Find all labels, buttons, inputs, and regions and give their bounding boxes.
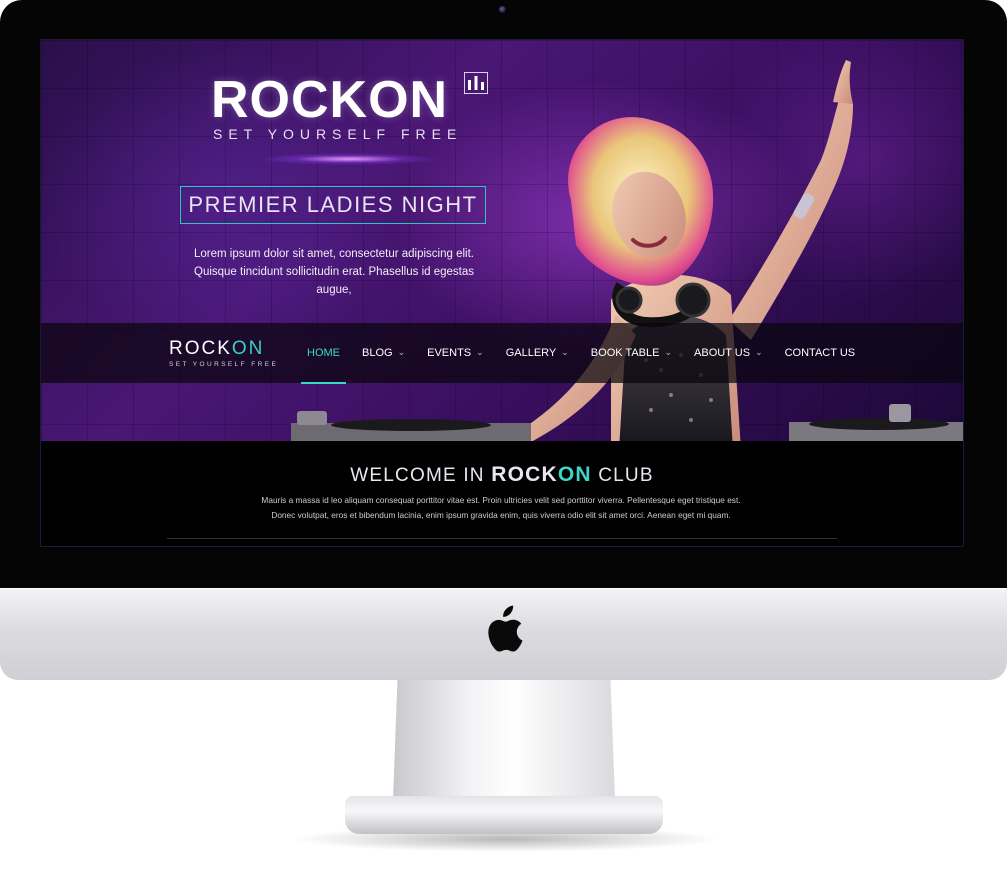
welcome-title: WELCOME IN ROCKON CLUB	[41, 463, 963, 487]
nav-item-label: HOME	[307, 347, 340, 359]
turntable-left	[291, 411, 531, 441]
section-divider	[167, 538, 837, 539]
nav-item-label: ABOUT US	[694, 347, 751, 359]
hero-logo-word: ROCKON	[211, 71, 449, 129]
hero-banner: ROCKON SET YOURSELF FREE PREMIER LADIES …	[41, 40, 963, 441]
nav-logo-tagline: SET YOURSELF FREE	[169, 361, 279, 368]
hero-logo-tagline: SET YOURSELF FREE	[213, 126, 463, 142]
welcome-body: Mauris a massa id leo aliquam consequat …	[221, 493, 781, 523]
nav-item-about-us[interactable]: ABOUT US ⌄	[694, 323, 763, 383]
chevron-down-icon: ⌄	[476, 347, 484, 357]
welcome-brand-on: ON	[557, 463, 592, 486]
chevron-down-icon: ⌄	[561, 347, 569, 357]
welcome-brand-rock: ROCK	[491, 463, 558, 486]
welcome-body-line: Mauris a massa id leo aliquam consequat …	[261, 495, 741, 505]
nav-menu: HOME BLOG ⌄ EVENTS ⌄ GALLERY ⌄ BOOK TABL…	[301, 323, 877, 384]
nav-logo-rock: ROCK	[169, 338, 232, 359]
nav-item-label: EVENTS	[427, 347, 472, 359]
hero-intro-text: Lorem ipsum dolor sit amet, consectetur …	[194, 248, 474, 296]
nav-logo-on: ON	[231, 338, 265, 359]
nav-item-blog[interactable]: BLOG ⌄	[362, 323, 405, 383]
hero-logo[interactable]: ROCKON SET YOURSELF FREE	[211, 71, 488, 142]
chevron-down-icon: ⌄	[664, 347, 673, 357]
welcome-title-post: CLUB	[598, 465, 654, 486]
website-screen: ROCKON SET YOURSELF FREE PREMIER LADIES …	[41, 40, 963, 546]
welcome-body-line: Donec volutpat, eros et bibendum lacinia…	[271, 510, 731, 520]
welcome-title-pre: WELCOME IN	[350, 465, 485, 486]
nav-item-label: BLOG	[362, 347, 393, 359]
main-navbar: ROCKON SET YOURSELF FREE HOME BLOG ⌄ EVE…	[41, 323, 963, 384]
nav-item-events[interactable]: EVENTS ⌄	[427, 323, 484, 383]
nav-item-label: GALLERY	[505, 347, 557, 359]
nav-item-home[interactable]: HOME	[301, 323, 346, 384]
apple-logo-icon	[488, 605, 523, 652]
nav-item-label: BOOK TABLE	[590, 347, 660, 359]
nav-item-book-table[interactable]: BOOK TABLE ⌄	[591, 323, 672, 383]
camera-icon	[499, 6, 506, 13]
light-flare	[229, 146, 469, 172]
nav-logo[interactable]: ROCKON SET YOURSELF FREE	[169, 338, 279, 369]
chevron-down-icon: ⌄	[755, 347, 763, 357]
monitor-stand-base	[345, 796, 663, 834]
nav-item-label: CONTACT US	[784, 347, 856, 359]
monitor-stand-neck	[393, 680, 615, 800]
chevron-down-icon: ⌄	[397, 347, 406, 357]
welcome-title-brand: ROCKON	[491, 463, 592, 486]
nav-item-gallery[interactable]: GALLERY ⌄	[506, 323, 569, 383]
promo-title: PREMIER LADIES NIGHT	[180, 186, 486, 224]
turntable-right	[789, 404, 963, 441]
welcome-section: WELCOME IN ROCKON CLUB Mauris a massa id…	[41, 441, 963, 546]
nav-item-contact-us[interactable]: CONTACT US	[785, 323, 856, 383]
